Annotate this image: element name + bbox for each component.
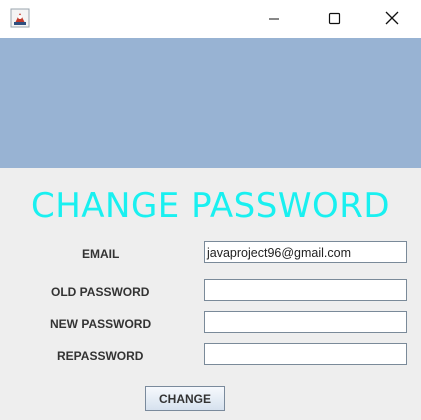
repassword-field[interactable] (204, 343, 407, 365)
new-password-field[interactable] (204, 311, 407, 333)
header-banner (0, 38, 421, 168)
java-cup-icon (10, 8, 30, 28)
old-password-field[interactable] (204, 279, 407, 301)
change-password-window: CHANGE PASSWORD EMAIL javaproject96@gmai… (0, 0, 421, 420)
old-password-label: OLD PASSWORD (51, 285, 150, 299)
minimize-icon (268, 10, 280, 29)
maximize-icon (328, 10, 341, 29)
new-password-label: NEW PASSWORD (50, 317, 152, 331)
close-icon (385, 10, 399, 29)
close-button[interactable] (369, 0, 415, 38)
title-bar[interactable] (0, 0, 421, 38)
change-button[interactable]: CHANGE (145, 386, 225, 411)
page-title: CHANGE PASSWORD (30, 186, 391, 226)
email-label: EMAIL (82, 247, 120, 261)
email-field[interactable]: javaproject96@gmail.com (204, 241, 407, 263)
minimize-button[interactable] (251, 0, 297, 38)
maximize-button[interactable] (311, 0, 357, 38)
repassword-label: REPASSWORD (57, 349, 144, 363)
